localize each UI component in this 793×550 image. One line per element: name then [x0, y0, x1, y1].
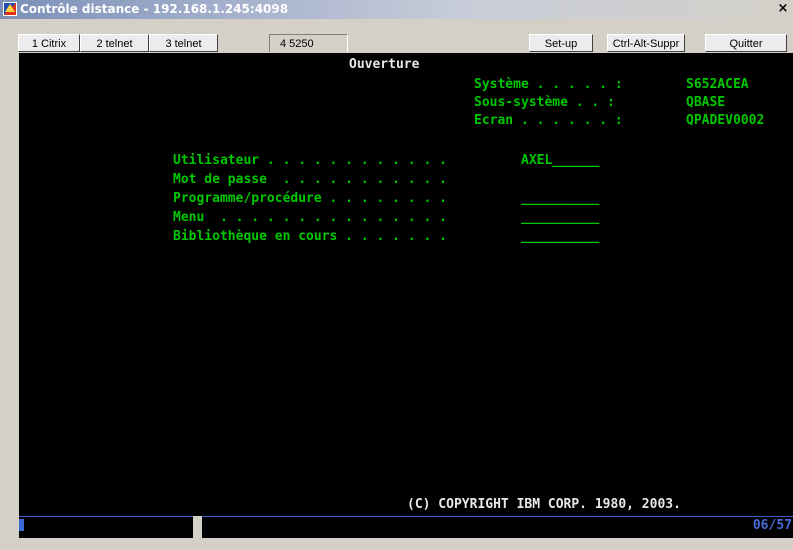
program-input[interactable]: __________ — [521, 191, 599, 206]
copyright-notice: (C) COPYRIGHT IBM CORP. 1980, 2003. — [407, 497, 681, 512]
setup-button[interactable]: Set-up — [529, 34, 593, 52]
subsystem-value: QBASE — [686, 95, 726, 110]
window-bottom-frame — [0, 538, 793, 550]
menu-input[interactable]: __________ — [521, 210, 599, 225]
remote-control-window: Contrôle distance - 192.168.1.245:4098 ×… — [0, 0, 793, 550]
close-button[interactable]: × — [775, 1, 791, 17]
library-input[interactable]: __________ — [521, 229, 599, 244]
title-bar[interactable]: Contrôle distance - 192.168.1.245:4098 × — [0, 0, 793, 19]
screen-id-value: QPADEV0002 — [686, 113, 765, 128]
window-title: Contrôle distance - 192.168.1.245:4098 — [20, 2, 289, 16]
tab-5250[interactable]: 4 5250 — [269, 34, 348, 52]
user-input[interactable]: AXEL______ — [521, 153, 599, 168]
password-label: Mot de passe . . . . . . . . . . . — [173, 172, 447, 187]
cursor-position: 06/57 — [752, 518, 792, 533]
menu-label: Menu . . . . . . . . . . . . . . . — [173, 210, 447, 225]
status-bar: 06/57 — [19, 516, 793, 539]
library-label: Bibliothèque en cours . . . . . . . — [173, 229, 447, 244]
quit-button[interactable]: Quitter — [705, 34, 787, 52]
keyboard-indicator — [19, 519, 24, 531]
user-label: Utilisateur . . . . . . . . . . . . — [173, 153, 447, 168]
status-divider — [193, 516, 202, 539]
terminal-screen[interactable]: Ouverture Système . . . . . : S652ACEA S… — [19, 53, 793, 516]
tab-telnet-3[interactable]: 3 telnet — [149, 34, 218, 52]
ctrl-alt-del-button[interactable]: Ctrl-Alt-Suppr — [607, 34, 685, 52]
subsystem-label: Sous-système . . : — [474, 95, 615, 110]
screen-id-label: Ecran . . . . . . : — [474, 113, 623, 128]
system-value: S652ACEA — [686, 77, 749, 92]
tab-telnet-2[interactable]: 2 telnet — [80, 34, 149, 52]
tab-citrix[interactable]: 1 Citrix — [18, 34, 80, 52]
system-label: Système . . . . . : — [474, 77, 623, 92]
session-toolbar: 1 Citrix 2 telnet 3 telnet 4 5250 Set-up… — [0, 19, 793, 56]
app-icon — [3, 2, 17, 16]
screen-title: Ouverture — [349, 57, 420, 72]
program-label: Programme/procédure . . . . . . . . — [173, 191, 447, 206]
